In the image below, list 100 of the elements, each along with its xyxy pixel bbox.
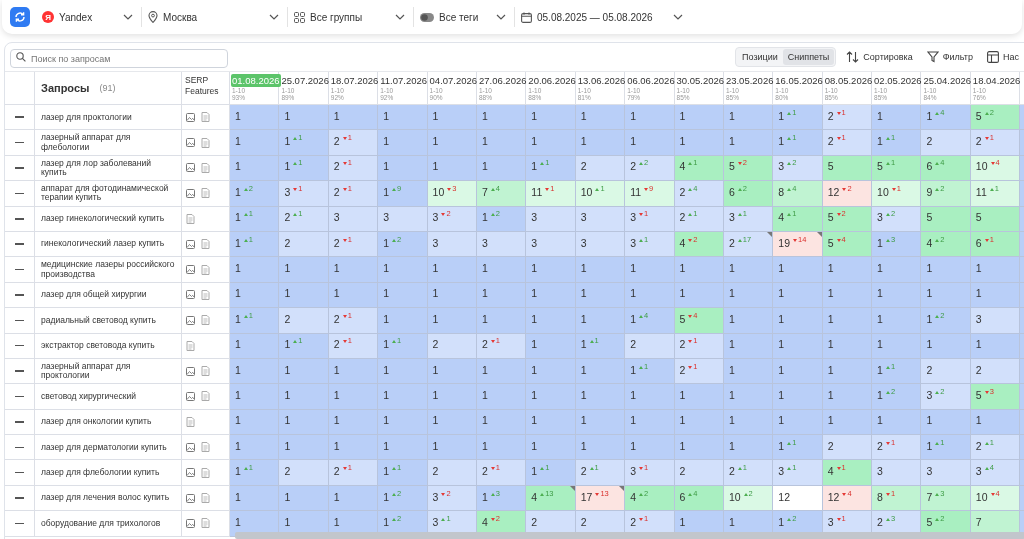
- date-header[interactable]: 08.05.2026: [823, 74, 874, 87]
- position-value: 5: [679, 312, 686, 325]
- position-value: 1: [630, 109, 636, 122]
- position-value: 5: [728, 160, 735, 173]
- position-value: 2: [333, 160, 340, 173]
- position-value: 2: [432, 338, 439, 351]
- position-value: 1: [432, 135, 439, 148]
- position-value: 1: [580, 312, 587, 325]
- date-header[interactable]: 13.06.2026: [576, 74, 627, 87]
- position-value: 1: [778, 515, 785, 528]
- position-value: 1: [630, 363, 636, 376]
- toolbar-button[interactable]: Нас: [983, 51, 1023, 63]
- toolbar-button[interactable]: Фильтр: [922, 51, 977, 63]
- date-header[interactable]: 30.05.2026: [675, 74, 726, 87]
- position-value: 1: [679, 287, 686, 300]
- position-value: 1: [284, 490, 291, 503]
- position-value: 1: [827, 338, 834, 351]
- date-header[interactable]: 11.07.2026: [379, 74, 428, 87]
- position-value: 2: [728, 236, 735, 249]
- position-value: 1: [383, 439, 389, 452]
- position-value: 1: [235, 109, 241, 122]
- position-value: 2: [284, 236, 291, 249]
- position-value: 1: [235, 414, 241, 427]
- position-value: 1: [975, 414, 982, 427]
- date-header[interactable]: 25.04.2026: [922, 74, 972, 87]
- position-value: 1: [235, 515, 241, 528]
- position-value: 4: [630, 490, 636, 503]
- date-header[interactable]: 18.04.2026: [971, 74, 1022, 87]
- position-value: 5: [975, 389, 982, 401]
- date-header[interactable]: 27.06.2026: [477, 74, 528, 87]
- funnel-icon: [926, 51, 939, 63]
- position-value: 3: [975, 312, 982, 325]
- position-value: 1: [481, 490, 488, 503]
- position-value: 1: [383, 109, 389, 122]
- position-value: 1: [531, 109, 538, 122]
- position-value: 1: [284, 338, 291, 351]
- position-value: 3: [333, 211, 340, 224]
- position-value: 3: [975, 465, 982, 478]
- position-value: 1: [284, 287, 291, 300]
- date-header[interactable]: 04.07.2026: [428, 74, 479, 87]
- date-header[interactable]: 16.05.2026: [774, 74, 824, 87]
- dash-icon: [15, 167, 24, 169]
- date-header[interactable]: 25.07.2026: [280, 74, 330, 87]
- position-value: 1: [728, 338, 735, 351]
- dash-icon: [15, 421, 24, 423]
- filter-dropdown[interactable]: 05.08.2025 — 05.08.2026: [521, 7, 691, 27]
- date-header[interactable]: 02.05.2026: [873, 74, 923, 87]
- position-value: 1: [531, 338, 538, 351]
- date-header[interactable]: 18.07.2026: [329, 74, 380, 87]
- position-value: 2: [679, 211, 686, 224]
- column-header[interactable]: Запросы: [41, 82, 90, 94]
- position-value: 4: [827, 465, 834, 478]
- dash-icon: [15, 395, 24, 398]
- position-value: 1: [877, 338, 883, 351]
- position-value: 1: [580, 338, 587, 351]
- position-value: 2: [877, 515, 883, 528]
- position-value: 1: [284, 439, 291, 452]
- position-value: 1: [432, 312, 439, 325]
- date-header[interactable]: 20.06.2026: [527, 74, 577, 87]
- filter-dropdown[interactable]: Я Yandex: [42, 7, 142, 27]
- filter-label: Yandex: [59, 11, 93, 23]
- view-tab[interactable]: Позиции: [737, 49, 783, 65]
- date-header[interactable]: 23.05.2026: [724, 74, 775, 87]
- position-value: 2: [580, 515, 587, 528]
- refresh-button[interactable]: [10, 7, 30, 27]
- position-value: 1: [383, 312, 389, 325]
- query-text: аппарат для фотодинамической терапии купить: [40, 184, 170, 203]
- position-value: 1: [284, 414, 291, 427]
- search-field[interactable]: Поиск по запросам: [10, 49, 228, 68]
- view-tab[interactable]: Сниппеты: [782, 49, 835, 65]
- image-icon: [186, 315, 195, 325]
- position-value: 1: [481, 211, 488, 224]
- position-value: 1: [679, 262, 686, 275]
- position-value: 1: [580, 414, 587, 427]
- horizontal-scrollbar[interactable]: [235, 532, 1024, 539]
- position-value: 1: [926, 287, 933, 300]
- position-value: 1: [778, 439, 785, 452]
- position-value: 1: [827, 389, 834, 401]
- chevron-down-icon: [123, 14, 133, 20]
- position-value: 1: [432, 363, 439, 376]
- query-text: лазер для лечения волос купить: [40, 493, 171, 503]
- document-icon: [201, 239, 210, 250]
- position-value: 10: [432, 185, 445, 198]
- position-value: 19: [778, 236, 790, 249]
- dash-icon: [15, 218, 24, 220]
- position-value: 1: [284, 262, 291, 275]
- position-value: 4: [679, 236, 686, 249]
- filter-dropdown[interactable]: Москва: [148, 7, 288, 27]
- position-value: 2: [284, 465, 291, 478]
- position-value: 1: [383, 236, 389, 249]
- position-value: 1: [284, 135, 291, 148]
- position-value: 2: [333, 236, 340, 249]
- position-value: 2: [580, 160, 587, 173]
- position-value: 2: [284, 211, 291, 224]
- filter-dropdown[interactable]: Все теги: [420, 7, 515, 27]
- date-header[interactable]: 06.06.2026: [626, 74, 676, 87]
- filter-dropdown[interactable]: Все группы: [294, 7, 414, 27]
- position-value: 1: [432, 160, 439, 173]
- position-value: 1: [235, 262, 241, 275]
- toolbar-button[interactable]: Сортировка: [842, 51, 917, 63]
